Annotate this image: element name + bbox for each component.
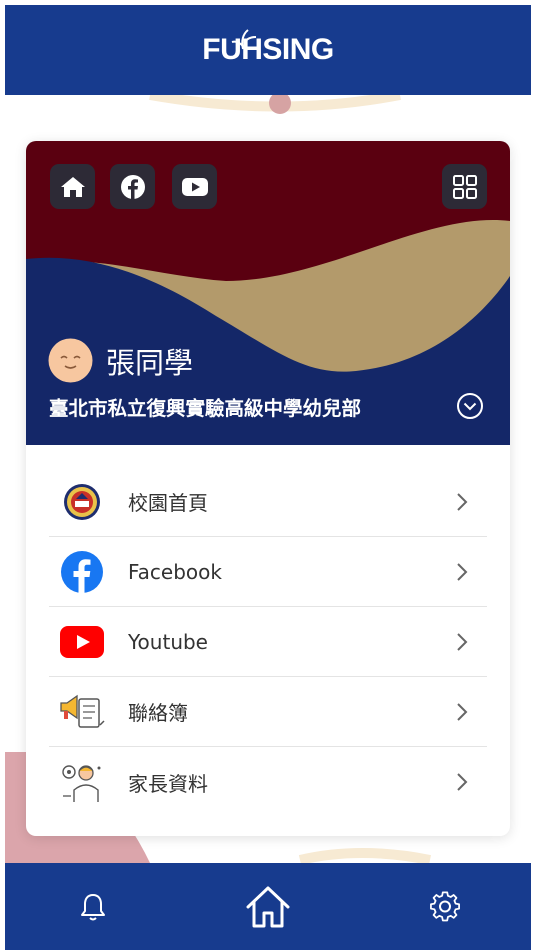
student-name: 張同學 bbox=[106, 345, 194, 380]
school-name: 臺北市私立復興實驗高級中學幼兒部 bbox=[49, 397, 362, 420]
nav-settings[interactable] bbox=[421, 883, 469, 931]
home-outline-icon bbox=[246, 886, 290, 928]
menu-item-label: 聯絡簿 bbox=[128, 701, 188, 725]
bottom-navigation bbox=[5, 863, 531, 950]
chevron-right-icon bbox=[457, 562, 468, 581]
menu-item-campus-home[interactable]: 校園首頁 bbox=[49, 467, 487, 537]
chevron-right-icon bbox=[457, 773, 468, 791]
profile-hero: 張同學 臺北市私立復興實驗高級中學幼兒部 bbox=[26, 141, 510, 445]
chevron-down-circle-icon[interactable] bbox=[456, 392, 484, 420]
school-emblem-icon bbox=[59, 479, 105, 525]
chevron-right-icon bbox=[457, 632, 468, 651]
fuhsing-logo[interactable]: FUHSING bbox=[202, 33, 334, 67]
youtube-icon bbox=[181, 177, 208, 196]
logo-text: FUHSING bbox=[202, 33, 334, 66]
menu-item-parent-info[interactable]: 家長資料 bbox=[49, 747, 487, 817]
leaf-icon bbox=[231, 29, 257, 50]
menu-item-facebook[interactable]: Facebook bbox=[49, 537, 487, 607]
megaphone-notebook-icon bbox=[59, 689, 105, 735]
menu-item-label: Facebook bbox=[128, 559, 222, 584]
quick-link-home[interactable] bbox=[50, 164, 95, 209]
menu-item-label: 家長資料 bbox=[128, 771, 208, 796]
gear-icon bbox=[430, 891, 460, 922]
student-profile: 張同學 bbox=[48, 338, 193, 383]
grid-icon bbox=[452, 174, 477, 199]
home-icon bbox=[60, 176, 85, 197]
facebook-icon bbox=[59, 549, 105, 595]
bell-icon bbox=[81, 894, 105, 921]
quick-link-facebook[interactable] bbox=[110, 164, 155, 209]
youtube-icon bbox=[59, 619, 105, 665]
link-menu: 校園首頁 Facebook Youtube 聯絡簿 家長資料 bbox=[49, 467, 487, 817]
chevron-right-icon bbox=[457, 702, 468, 721]
nav-home[interactable] bbox=[244, 883, 292, 931]
facebook-icon bbox=[120, 174, 145, 199]
smiley-avatar-icon bbox=[48, 338, 93, 383]
apps-grid-button[interactable] bbox=[442, 164, 487, 209]
top-app-bar: FUHSING bbox=[5, 5, 531, 95]
menu-item-label: Youtube bbox=[128, 629, 208, 654]
parent-profile-icon bbox=[59, 759, 105, 805]
menu-item-youtube[interactable]: Youtube bbox=[49, 607, 487, 677]
menu-item-label: 校園首頁 bbox=[128, 491, 208, 515]
profile-card: 張同學 臺北市私立復興實驗高級中學幼兒部 校園首頁 Facebook Youtu… bbox=[26, 141, 510, 836]
quick-link-youtube[interactable] bbox=[172, 164, 217, 209]
chevron-right-icon bbox=[457, 492, 468, 511]
nav-notifications[interactable] bbox=[69, 883, 117, 931]
menu-item-contact-book[interactable]: 聯絡簿 bbox=[49, 677, 487, 747]
